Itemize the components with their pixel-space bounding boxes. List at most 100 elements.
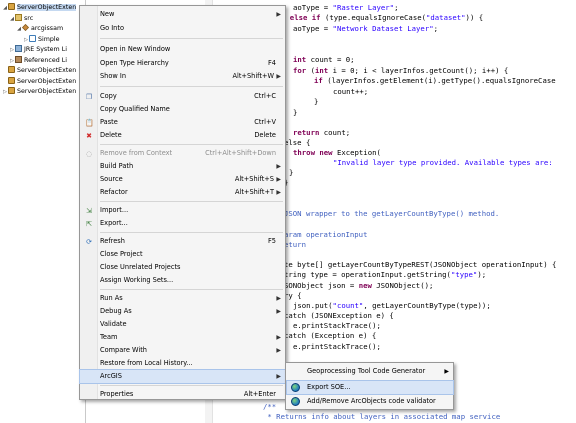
menu-item-compare-with[interactable]: Compare With ▶ [80, 344, 285, 357]
code-token: ); [477, 270, 487, 279]
code-line: catch (JSONException e) { [284, 311, 394, 321]
code-token: (type.equalsIgnoreCase( [320, 13, 426, 22]
menu-separator [100, 201, 283, 202]
menu-item-debug-as[interactable]: Debug As ▶ [80, 305, 285, 318]
menu-item-open-type-hierarchy[interactable]: Open Type Hierarchy F4 [80, 57, 285, 70]
submenu-item-label: Geoprocessing Tool Code Generator [307, 367, 426, 375]
menu-item-label: Open in New Window [100, 45, 171, 53]
menu-item-import[interactable]: ⇲ Import... [80, 204, 285, 217]
code-token: ( [306, 66, 315, 75]
code-token: ; [433, 24, 438, 33]
expanded-arrow-icon[interactable]: ◢ [16, 24, 22, 34]
context-menu: New ▶ Go Into Open in New Window Open Type H… [79, 5, 286, 400]
tree-item[interactable]: ServerObjectExten [2, 76, 76, 87]
tree-item[interactable]: ServerObjectExten [2, 66, 76, 76]
menu-item-go-into[interactable]: Go Into [80, 22, 285, 35]
menu-item-build-path[interactable]: Build Path ▶ [80, 160, 285, 173]
menu-item-restore-from-local-history[interactable]: Restore from Local History... [80, 357, 285, 370]
code-line: catch (Exception e) { [284, 331, 376, 341]
menu-item-label: Export... [100, 219, 128, 227]
menu-item-team[interactable]: Team ▶ [80, 331, 285, 344]
menu-item-assign-working-sets[interactable]: Assign Working Sets... [80, 274, 285, 287]
menu-item-paste[interactable]: 📋 Paste Ctrl+V [80, 116, 285, 129]
globe-icon [291, 383, 300, 392]
code-line: aoType = "Network Dataset Layer"; [293, 24, 438, 34]
code-line: eturn [284, 240, 306, 250]
menu-separator [100, 289, 283, 290]
tree-item[interactable]: ◢ src [9, 13, 33, 24]
package-icon [22, 24, 29, 31]
source-folder-icon [15, 13, 22, 21]
menu-item-shortcut: Ctrl+C [254, 92, 276, 100]
code-line: aram operationInput [284, 230, 367, 240]
menu-separator [100, 144, 283, 145]
menu-item-label: Close Unrelated Projects [100, 263, 181, 271]
tree-item[interactable]: ◢ ServerObjectExten [2, 3, 77, 13]
submenu-arrow-icon: ▶ [276, 308, 281, 315]
export-icon: ⇱ [86, 220, 92, 228]
code-token: } [314, 97, 319, 106]
code-token: else { [284, 138, 311, 147]
menu-item-new[interactable]: New ▶ [80, 8, 285, 21]
code-token: json.put( [293, 301, 333, 310]
code-token: "count" [332, 301, 364, 310]
menu-item-copy-qualified-name[interactable]: Copy Qualified Name [80, 103, 285, 116]
tree-item-label: JRE System Li [24, 46, 67, 53]
code-line: count++; [333, 87, 368, 97]
menu-item-refactor[interactable]: Refactor Alt+Shift+T ▶ [80, 186, 285, 199]
code-line: } [289, 168, 293, 178]
code-token: count; [319, 128, 351, 137]
menu-item-close-project[interactable]: Close Project [80, 248, 285, 261]
menu-item-arcgis[interactable]: ArcGIS ▶ [79, 369, 286, 384]
tree-item[interactable]: ▷ JRE System Li [9, 45, 67, 55]
code-line: if (layerInfos.getElement(i).getType().e… [314, 76, 556, 86]
menu-item-label: Open Type Hierarchy [100, 59, 169, 67]
menu-item-shortcut: Alt+Shift+S [234, 175, 274, 183]
menu-item-label: Refactor [100, 188, 128, 196]
menu-item-label: Restore from Local History... [100, 359, 193, 367]
menu-item-close-unrelated-projects[interactable]: Close Unrelated Projects [80, 261, 285, 274]
menu-item-label: Close Project [100, 250, 143, 258]
menu-item-run-as[interactable]: Run As ▶ [80, 292, 285, 305]
submenu-arrow-icon: ▶ [276, 11, 281, 18]
menu-item-open-in-new-window[interactable]: Open in New Window [80, 43, 285, 56]
library-icon [15, 45, 22, 52]
menu-item-delete[interactable]: ✖ Delete Delete [80, 129, 285, 142]
menu-item-label: Go Into [100, 24, 124, 32]
tree-item[interactable]: ▷ Simple [23, 34, 60, 45]
submenu-item-geoprocessing-tool-code-generator[interactable]: Geoprocessing Tool Code Generator ▶ [287, 365, 453, 378]
menu-item-refresh[interactable]: ⟳ Refresh F5 [80, 235, 285, 248]
menu-item-source[interactable]: Source Alt+Shift+S ▶ [80, 173, 285, 186]
tree-item[interactable]: ▷ ServerObjectExten [2, 87, 76, 97]
code-token: else if [289, 13, 321, 22]
tree-item[interactable]: ▷ Referenced Li [9, 55, 67, 66]
submenu-arrow-icon: ▶ [276, 189, 281, 196]
menu-item-shortcut: F4 [268, 59, 276, 67]
refresh-icon: ⟳ [86, 238, 92, 246]
submenu-item-export-soe[interactable]: Export SOE... [286, 380, 454, 395]
menu-item-show-in[interactable]: Show In Alt+Shift+W ▶ [80, 70, 285, 83]
code-line: te byte[] getLayerCountByTypeREST(JSONOb… [284, 260, 556, 270]
tree-item-label: ServerObjectExten [17, 67, 77, 74]
submenu-item-add-remove-arcobjects-code-validator[interactable]: Add/Remove ArcObjects code validator [287, 395, 453, 408]
submenu-arrow-icon: ▶ [276, 334, 281, 341]
code-token: if [314, 76, 323, 85]
import-icon: ⇲ [86, 207, 92, 215]
menu-item-label: Validate [100, 320, 127, 328]
menu-item-shortcut: F5 [268, 237, 276, 245]
code-token: e.printStackTrace(); [293, 321, 381, 330]
code-token: tring type = operationInput.getString( [284, 270, 451, 279]
menu-item-export[interactable]: ⇱ Export... [80, 217, 285, 230]
submenu-arrow-icon: ▶ [276, 163, 281, 170]
submenu-arrow-icon: ▶ [276, 176, 281, 183]
menu-item-label: Build Path [100, 162, 134, 170]
menu-item-label: New [100, 10, 115, 18]
code-line: int count = 0; [293, 55, 355, 65]
tree-item-label: Referenced Li [24, 56, 67, 64]
menu-item-validate[interactable]: Validate [80, 318, 285, 331]
tree-item[interactable]: ◢ arcgissam [16, 24, 63, 34]
code-line: throw new Exception( [293, 148, 381, 158]
menu-item-copy[interactable]: ❐ Copy Ctrl+C [80, 90, 285, 103]
menu-item-properties[interactable]: Properties Alt+Enter [80, 388, 285, 401]
code-token: te byte[] getLayerCountByTypeREST(JSONOb… [284, 260, 557, 269]
